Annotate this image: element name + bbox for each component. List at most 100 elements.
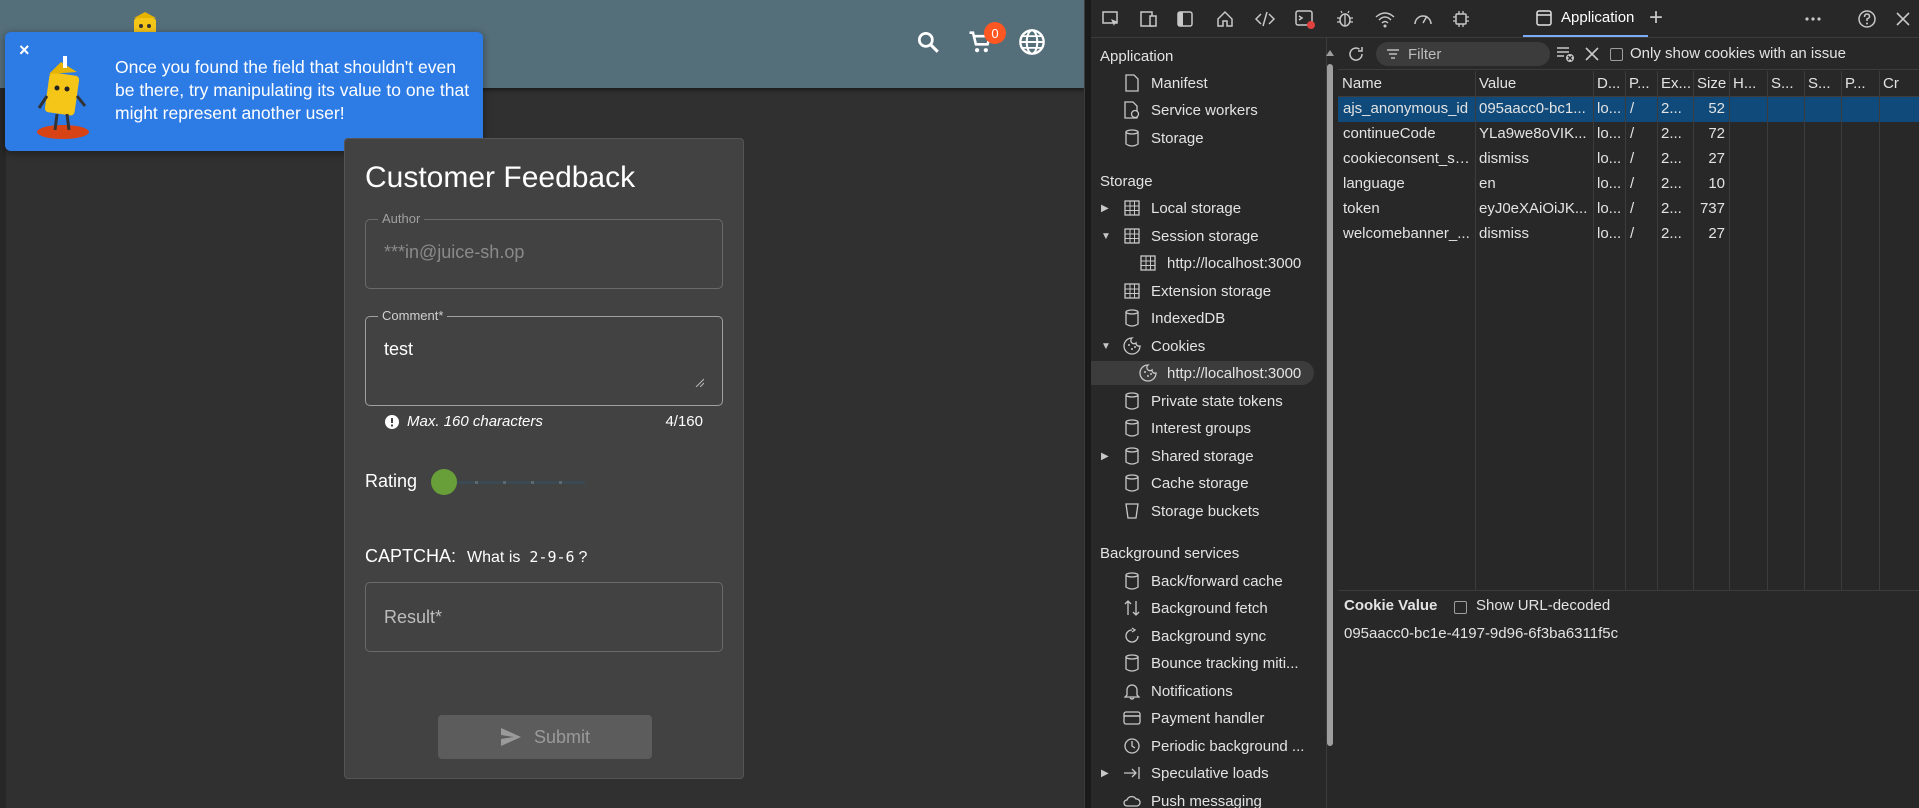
comment-value[interactable]: test [384, 339, 413, 360]
table-row[interactable]: ajs_anonymous_id 095aacc0-bc1... lo... /… [1338, 97, 1919, 122]
sidebar-item-push-messaging[interactable]: Push messaging [1121, 789, 1262, 808]
sidebar-item-private-state-tokens[interactable]: Private state tokens [1121, 389, 1283, 413]
submit-button[interactable]: Submit [438, 715, 652, 759]
cart-button[interactable]: 0 [964, 22, 1006, 58]
only-issue-label: Only show cookies with an issue [1630, 45, 1846, 62]
column-divider[interactable] [1693, 71, 1694, 590]
scrollbar-thumb[interactable] [1327, 64, 1333, 746]
performance-gauge-icon[interactable] [1411, 7, 1435, 31]
column-divider[interactable] [1804, 71, 1805, 590]
expand-arrow-icon[interactable]: ▶ [1101, 768, 1113, 779]
sidebar-item-periodic-background[interactable]: Periodic background ... [1121, 734, 1304, 758]
inspect-element-icon[interactable] [1099, 7, 1123, 31]
help-icon[interactable] [1855, 7, 1879, 31]
column-divider[interactable] [1593, 71, 1594, 590]
clear-all-icon[interactable] [1582, 44, 1602, 64]
url-decoded-checkbox[interactable] [1454, 601, 1467, 614]
resize-handle-icon[interactable] [694, 377, 704, 387]
memory-chip-icon[interactable] [1449, 7, 1473, 31]
refresh-icon[interactable] [1346, 44, 1366, 64]
sidebar-item-service-workers[interactable]: Service workers [1121, 98, 1258, 122]
sidebar-item-shared-storage[interactable]: ▶ Shared storage [1101, 444, 1254, 468]
sidebar-item-back-forward-cache[interactable]: Back/forward cache [1121, 569, 1283, 593]
sidebar-item-label: Payment handler [1151, 709, 1265, 727]
column-header[interactable]: Ex... [1657, 71, 1693, 97]
filter-input[interactable]: Filter [1376, 42, 1550, 66]
only-issue-checkbox[interactable] [1610, 48, 1623, 61]
sidebar-item-background-fetch[interactable]: Background fetch [1121, 596, 1268, 620]
column-header[interactable]: S... [1804, 71, 1841, 97]
collapse-arrow-icon[interactable]: ▼ [1101, 341, 1113, 352]
section-application: Application [1100, 48, 1174, 65]
sidebar-item-manifest[interactable]: Manifest [1121, 71, 1208, 95]
sidebar-item-payment-handler[interactable]: Payment handler [1121, 706, 1264, 730]
column-header[interactable]: Value [1475, 71, 1593, 97]
cookies-toolbar: Filter Only show cookies with an issue [1338, 38, 1919, 70]
sources-bug-icon[interactable] [1333, 7, 1357, 31]
table-row[interactable]: language en lo... / 2... 10 [1338, 172, 1919, 197]
network-wifi-icon[interactable] [1373, 7, 1397, 31]
expand-arrow-icon[interactable]: ▶ [1101, 203, 1113, 214]
sidebar-item-bounce-tracking[interactable]: Bounce tracking miti... [1121, 651, 1299, 675]
dock-side-icon[interactable] [1173, 7, 1197, 31]
column-divider[interactable] [1767, 71, 1768, 590]
toast-close-button[interactable]: × [19, 40, 30, 61]
elements-code-icon[interactable] [1253, 7, 1277, 31]
comment-field[interactable]: Comment* test [365, 308, 723, 406]
tab-application[interactable]: Application [1523, 0, 1648, 37]
table-row[interactable]: cookieconsent_st... dismiss lo... / 2...… [1338, 147, 1919, 172]
rating-slider-thumb[interactable] [431, 469, 457, 495]
sidebar-item-local-storage[interactable]: ▶ Local storage [1101, 196, 1241, 220]
sidebar-item-session-origin[interactable]: http://localhost:3000 [1137, 251, 1301, 275]
column-divider[interactable] [1475, 71, 1476, 590]
sidebar-item-background-sync[interactable]: Background sync [1121, 624, 1266, 648]
table-row[interactable]: welcomebanner_... dismiss lo... / 2... 2… [1338, 222, 1919, 247]
more-options-icon[interactable] [1801, 7, 1825, 31]
column-divider[interactable] [1657, 71, 1658, 590]
column-header[interactable]: D... [1593, 71, 1625, 97]
more-tabs-plus-icon[interactable]: + [1649, 4, 1663, 32]
column-header[interactable]: Name [1338, 71, 1475, 97]
column-header[interactable]: Size [1693, 71, 1729, 97]
cookies-pane: Filter Only show cookies with an issue N… [1338, 38, 1919, 808]
column-header[interactable]: P... [1841, 71, 1879, 97]
welcome-home-icon[interactable] [1213, 7, 1237, 31]
scroll-up-arrow-icon[interactable] [1325, 48, 1335, 58]
sidebar-item-session-storage[interactable]: ▼ Session storage [1101, 224, 1259, 248]
sidebar-item-notifications[interactable]: Notifications [1121, 679, 1233, 703]
table-row[interactable]: continueCode YLa9we8oVIK... lo... / 2...… [1338, 122, 1919, 147]
cookie-value-text[interactable]: 095aacc0-bc1e-4197-9d96-6f3ba6311f5c [1344, 625, 1618, 642]
captcha-result-input[interactable]: Result* [365, 582, 723, 652]
sidebar-item-speculative-loads[interactable]: ▶ Speculative loads [1101, 761, 1269, 785]
column-divider[interactable] [1841, 71, 1842, 590]
language-globe-icon[interactable] [1016, 26, 1048, 58]
table-row[interactable]: token eyJ0eXAiOiJK... lo... / 2... 737 [1338, 197, 1919, 222]
column-header[interactable]: P... [1625, 71, 1657, 97]
sidebar-item-interest-groups[interactable]: Interest groups [1121, 416, 1251, 440]
sidebar-item-cookies[interactable]: ▼ Cookies [1101, 334, 1205, 358]
column-header[interactable]: Cr [1879, 71, 1919, 97]
device-toolbar-icon[interactable] [1137, 7, 1161, 31]
collapse-arrow-icon[interactable]: ▼ [1101, 231, 1113, 242]
expand-arrow-icon[interactable]: ▶ [1101, 451, 1113, 462]
column-header[interactable]: H... [1729, 71, 1767, 97]
clear-filtered-cookies-icon[interactable] [1556, 44, 1576, 64]
panel-divider[interactable] [1084, 0, 1091, 808]
sidebar-scrollbar[interactable] [1325, 40, 1335, 748]
rating-slider-track[interactable] [445, 481, 585, 484]
column-divider[interactable] [1729, 71, 1730, 590]
close-devtools-icon[interactable] [1891, 7, 1915, 31]
column-header[interactable]: S... [1767, 71, 1804, 97]
column-divider[interactable] [1879, 71, 1880, 590]
sidebar-item-cookies-origin[interactable]: http://localhost:3000 [1091, 361, 1314, 385]
sidebar-item-cache-storage[interactable]: Cache storage [1121, 471, 1249, 495]
sidebar-item-storage-buckets[interactable]: Storage buckets [1121, 499, 1259, 523]
sidebar-item-storage-overview[interactable]: Storage [1121, 126, 1204, 150]
console-icon[interactable] [1293, 7, 1317, 31]
sidebar-item-indexeddb[interactable]: IndexedDB [1121, 306, 1225, 330]
hint-toast: × Once you found the field that shouldn'… [5, 32, 483, 151]
column-divider[interactable] [1625, 71, 1626, 590]
sidebar-item-extension-storage[interactable]: Extension storage [1121, 279, 1271, 303]
cell-size: 27 [1708, 150, 1725, 167]
search-icon[interactable] [912, 26, 944, 58]
